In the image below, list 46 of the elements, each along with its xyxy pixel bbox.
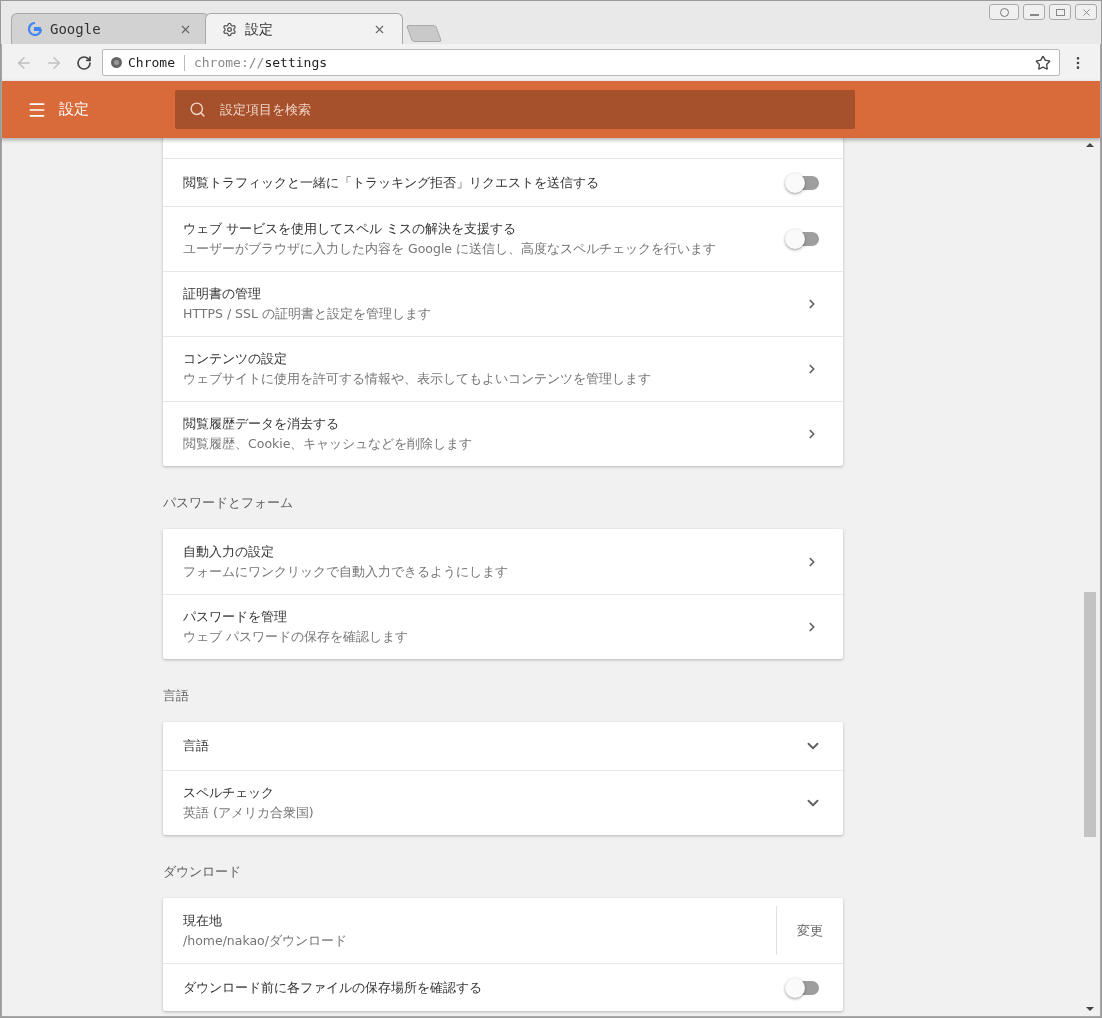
toggle-switch[interactable] — [785, 172, 821, 193]
section-heading: ダウンロード — [163, 864, 241, 879]
setting-title: 閲覧履歴データを消去する — [183, 415, 340, 433]
chrome-page-icon — [111, 57, 122, 68]
setting-title: ウェブ サービスを使用してスペル ミスの解決を支援する — [183, 220, 518, 238]
setting-title: 証明書の管理 — [183, 285, 262, 303]
setting-title: 閲覧トラフィックと一緒に「トラッキング拒否」リクエストを送信する — [183, 173, 600, 192]
page-title: 設定 — [59, 99, 90, 121]
setting-title: 自動入力の設定 — [183, 542, 275, 561]
setting-description: HTTPS / SSL の証明書と設定を管理します — [183, 305, 432, 323]
browser-tab[interactable]: 設定 — [205, 13, 403, 44]
google-logo-icon — [28, 22, 42, 36]
setting-description: /home/nakao/ダウンロード — [183, 931, 348, 950]
close-button[interactable] — [1075, 4, 1097, 20]
url-text: chrome://settings — [193, 53, 329, 72]
search-bar[interactable]: 設定項目を検索 — [175, 90, 855, 129]
tab-title: 設定 — [245, 19, 274, 39]
setting-description: フォームにワンクリックで自動入力できるようにします — [183, 562, 509, 581]
setting-title: コンテンツの設定 — [183, 350, 288, 368]
setting-title: スペルチェック — [183, 784, 275, 802]
address-bar[interactable]: Chrome chrome://settings — [102, 49, 1060, 76]
search-field[interactable]: 設定項目を検索 — [220, 99, 841, 120]
setting-description: 閲覧履歴、Cookie、キャッシュなどを削除します — [183, 435, 474, 453]
site-label: Chrome — [128, 53, 175, 72]
toggle-switch[interactable] — [785, 977, 821, 998]
reload-icon[interactable] — [76, 54, 92, 71]
gear-icon — [222, 21, 237, 37]
section-heading: パスワードとフォーム — [163, 495, 293, 510]
minimize-button[interactable] — [1023, 4, 1045, 20]
setting-description: ユーザーがブラウザに入力した内容を Google に送信し、高度なスペルチェックを行います — [183, 240, 718, 258]
setting-title: ダウンロード前に各ファイルの保存場所を確認する — [183, 978, 483, 997]
setting-title: パスワードを管理 — [183, 608, 288, 626]
section-heading: 言語 — [163, 688, 189, 703]
setting-description: ウェブサイトに使用を許可する情報や、表示してもよいコンテンツを管理します — [183, 370, 652, 388]
setting-description: ウェブ パスワードの保存を確認します — [183, 628, 409, 646]
toggle-switch[interactable] — [785, 229, 821, 249]
setting-description: 英語 (アメリカ合衆国) — [183, 804, 315, 822]
profile-button[interactable] — [989, 4, 1019, 20]
close-icon — [1080, 6, 1092, 18]
bookmark-star-icon[interactable] — [1035, 54, 1051, 71]
tab-title: Google — [50, 19, 102, 39]
maximize-button[interactable] — [1049, 4, 1071, 20]
setting-title: 言語 — [183, 737, 210, 755]
setting-title: 現在地 — [183, 911, 223, 930]
search-icon — [189, 101, 206, 118]
change-button[interactable]: 変更 — [777, 920, 843, 941]
